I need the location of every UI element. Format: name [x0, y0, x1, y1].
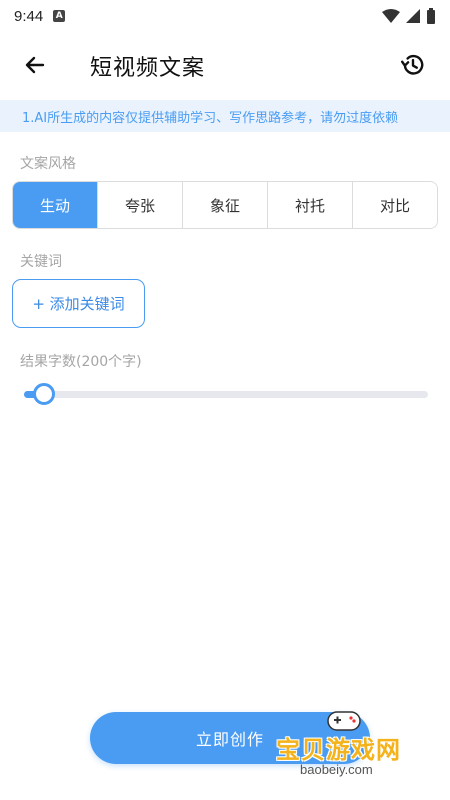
- app-bar: 短视频文案: [0, 32, 450, 100]
- keywords-section-label: 关键词: [20, 254, 62, 270]
- history-button[interactable]: [398, 50, 428, 80]
- battery-icon: [427, 8, 435, 24]
- watermark-text: 宝贝游戏网: [276, 736, 401, 764]
- style-option-contrast[interactable]: 对比: [353, 182, 437, 228]
- notice-banner: 1.AI所生成的内容仅提供辅助学习、写作思路参考，请勿过度依赖: [0, 100, 450, 132]
- slider-thumb[interactable]: [33, 383, 55, 405]
- watermark-logo: 宝贝游戏网 baobeiy.com: [272, 706, 442, 796]
- style-option-foil[interactable]: 衬托: [268, 182, 353, 228]
- wifi-icon: [382, 9, 400, 23]
- arrow-left-icon: [25, 56, 45, 74]
- style-selector: 生动 夸张 象征 衬托 对比: [12, 181, 438, 229]
- style-option-vivid[interactable]: 生动: [13, 182, 98, 228]
- style-section-label: 文案风格: [20, 156, 76, 172]
- length-slider[interactable]: [24, 382, 428, 406]
- back-button[interactable]: [20, 50, 50, 80]
- add-keyword-button[interactable]: + 添加关键词: [12, 279, 145, 328]
- page-title: 短视频文案: [90, 56, 206, 81]
- status-bar: 9:44 A: [0, 0, 450, 32]
- style-option-exaggeration[interactable]: 夸张: [98, 182, 183, 228]
- status-icons: [382, 8, 436, 24]
- slider-track: [24, 391, 428, 398]
- notice-text: 1.AI所生成的内容仅提供辅助学习、写作思路参考，请勿过度依赖: [22, 110, 399, 126]
- status-time: 9:44: [14, 7, 44, 25]
- length-section-label: 结果字数(200个字): [20, 354, 142, 370]
- style-option-symbolism[interactable]: 象征: [183, 182, 268, 228]
- notification-icon: A: [53, 10, 66, 22]
- history-icon: [400, 54, 424, 75]
- watermark-url: baobeiy.com: [300, 762, 373, 777]
- signal-icon: [406, 9, 420, 23]
